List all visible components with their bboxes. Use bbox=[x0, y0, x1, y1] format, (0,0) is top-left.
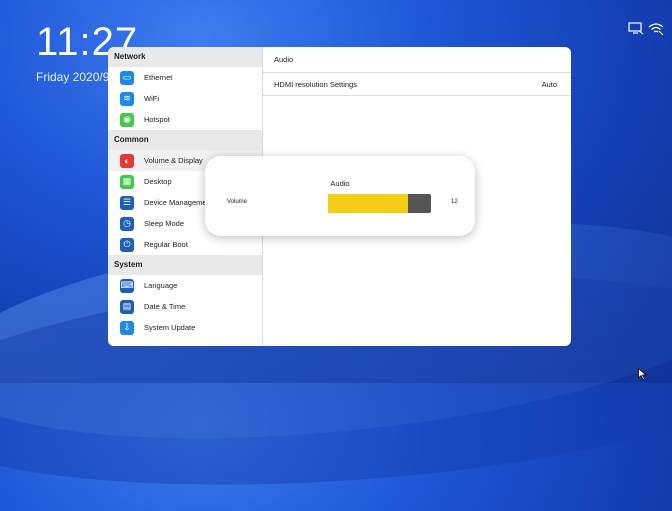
sidebar-item-label: Date & Time bbox=[144, 302, 186, 311]
wifi-off-icon[interactable] bbox=[648, 22, 664, 35]
sidebar-item-label: Hotspot bbox=[144, 115, 170, 124]
regular-boot-icon: ⏻ bbox=[120, 237, 134, 252]
sidebar-item-label: Language bbox=[144, 281, 178, 290]
volume-slider[interactable] bbox=[328, 194, 431, 213]
content-row-hdmi-resolution[interactable]: HDMI resolution Settings Auto bbox=[262, 73, 571, 96]
sidebar-item-language[interactable]: ⌨ Language bbox=[108, 275, 262, 296]
audio-dialog: Audio Volume 12 bbox=[205, 156, 475, 236]
volume-display-icon: ◐ bbox=[120, 153, 134, 168]
desktop-icon: ▦ bbox=[120, 174, 134, 189]
mouse-cursor-icon bbox=[638, 367, 648, 385]
sidebar-item-label: Device Manageme bbox=[144, 198, 207, 207]
sidebar-item-label: Sleep Mode bbox=[144, 219, 185, 228]
sidebar-item-date-time[interactable]: ▤ Date & Time bbox=[108, 296, 262, 317]
clock-date: Friday 2020/9/ bbox=[36, 70, 113, 84]
wifi-icon: ≋ bbox=[120, 91, 134, 106]
sidebar-item-label: Volume & Display bbox=[144, 156, 203, 165]
sidebar-item-label: System Update bbox=[144, 323, 196, 332]
language-icon: ⌨ bbox=[120, 278, 134, 293]
volume-slider-fill bbox=[328, 194, 409, 213]
sidebar-item-regular-boot[interactable]: ⏻ Regular Boot bbox=[108, 234, 262, 255]
volume-value: 12 bbox=[451, 199, 458, 205]
content-row-audio[interactable]: Audio bbox=[262, 47, 571, 73]
hotspot-icon: ◉ bbox=[120, 112, 134, 127]
sidebar-item-label: Regular Boot bbox=[144, 240, 188, 249]
device-management-icon: ☰ bbox=[120, 195, 134, 210]
sidebar-item-label: Desktop bbox=[144, 177, 172, 186]
status-bar bbox=[628, 22, 664, 35]
sidebar-section-header: Network bbox=[108, 47, 262, 67]
system-update-icon: ⇩ bbox=[120, 320, 134, 335]
sidebar-item-label: WiFi bbox=[144, 94, 159, 103]
sleep-mode-icon: ◷ bbox=[120, 216, 134, 231]
sidebar-item-label: Ethernet bbox=[144, 73, 173, 82]
screen-cast-icon[interactable] bbox=[628, 22, 644, 35]
sidebar-item-system-update[interactable]: ⇩ System Update bbox=[108, 317, 262, 338]
row-label: HDMI resolution Settings bbox=[274, 79, 357, 89]
ethernet-icon: ▭ bbox=[120, 70, 134, 85]
row-label: Audio bbox=[274, 55, 294, 64]
volume-label: Volume bbox=[227, 199, 248, 205]
date-time-icon: ▤ bbox=[120, 299, 134, 314]
row-value: Auto bbox=[541, 79, 557, 89]
sidebar-section-header: System bbox=[108, 255, 262, 275]
dialog-title: Audio bbox=[330, 179, 350, 188]
sidebar-item-ethernet[interactable]: ▭ Ethernet bbox=[108, 67, 262, 88]
sidebar-item-hotspot[interactable]: ◉ Hotspot bbox=[108, 109, 262, 130]
sidebar-item-wifi[interactable]: ≋ WiFi bbox=[108, 88, 262, 109]
sidebar-section-header: Common bbox=[108, 130, 262, 150]
